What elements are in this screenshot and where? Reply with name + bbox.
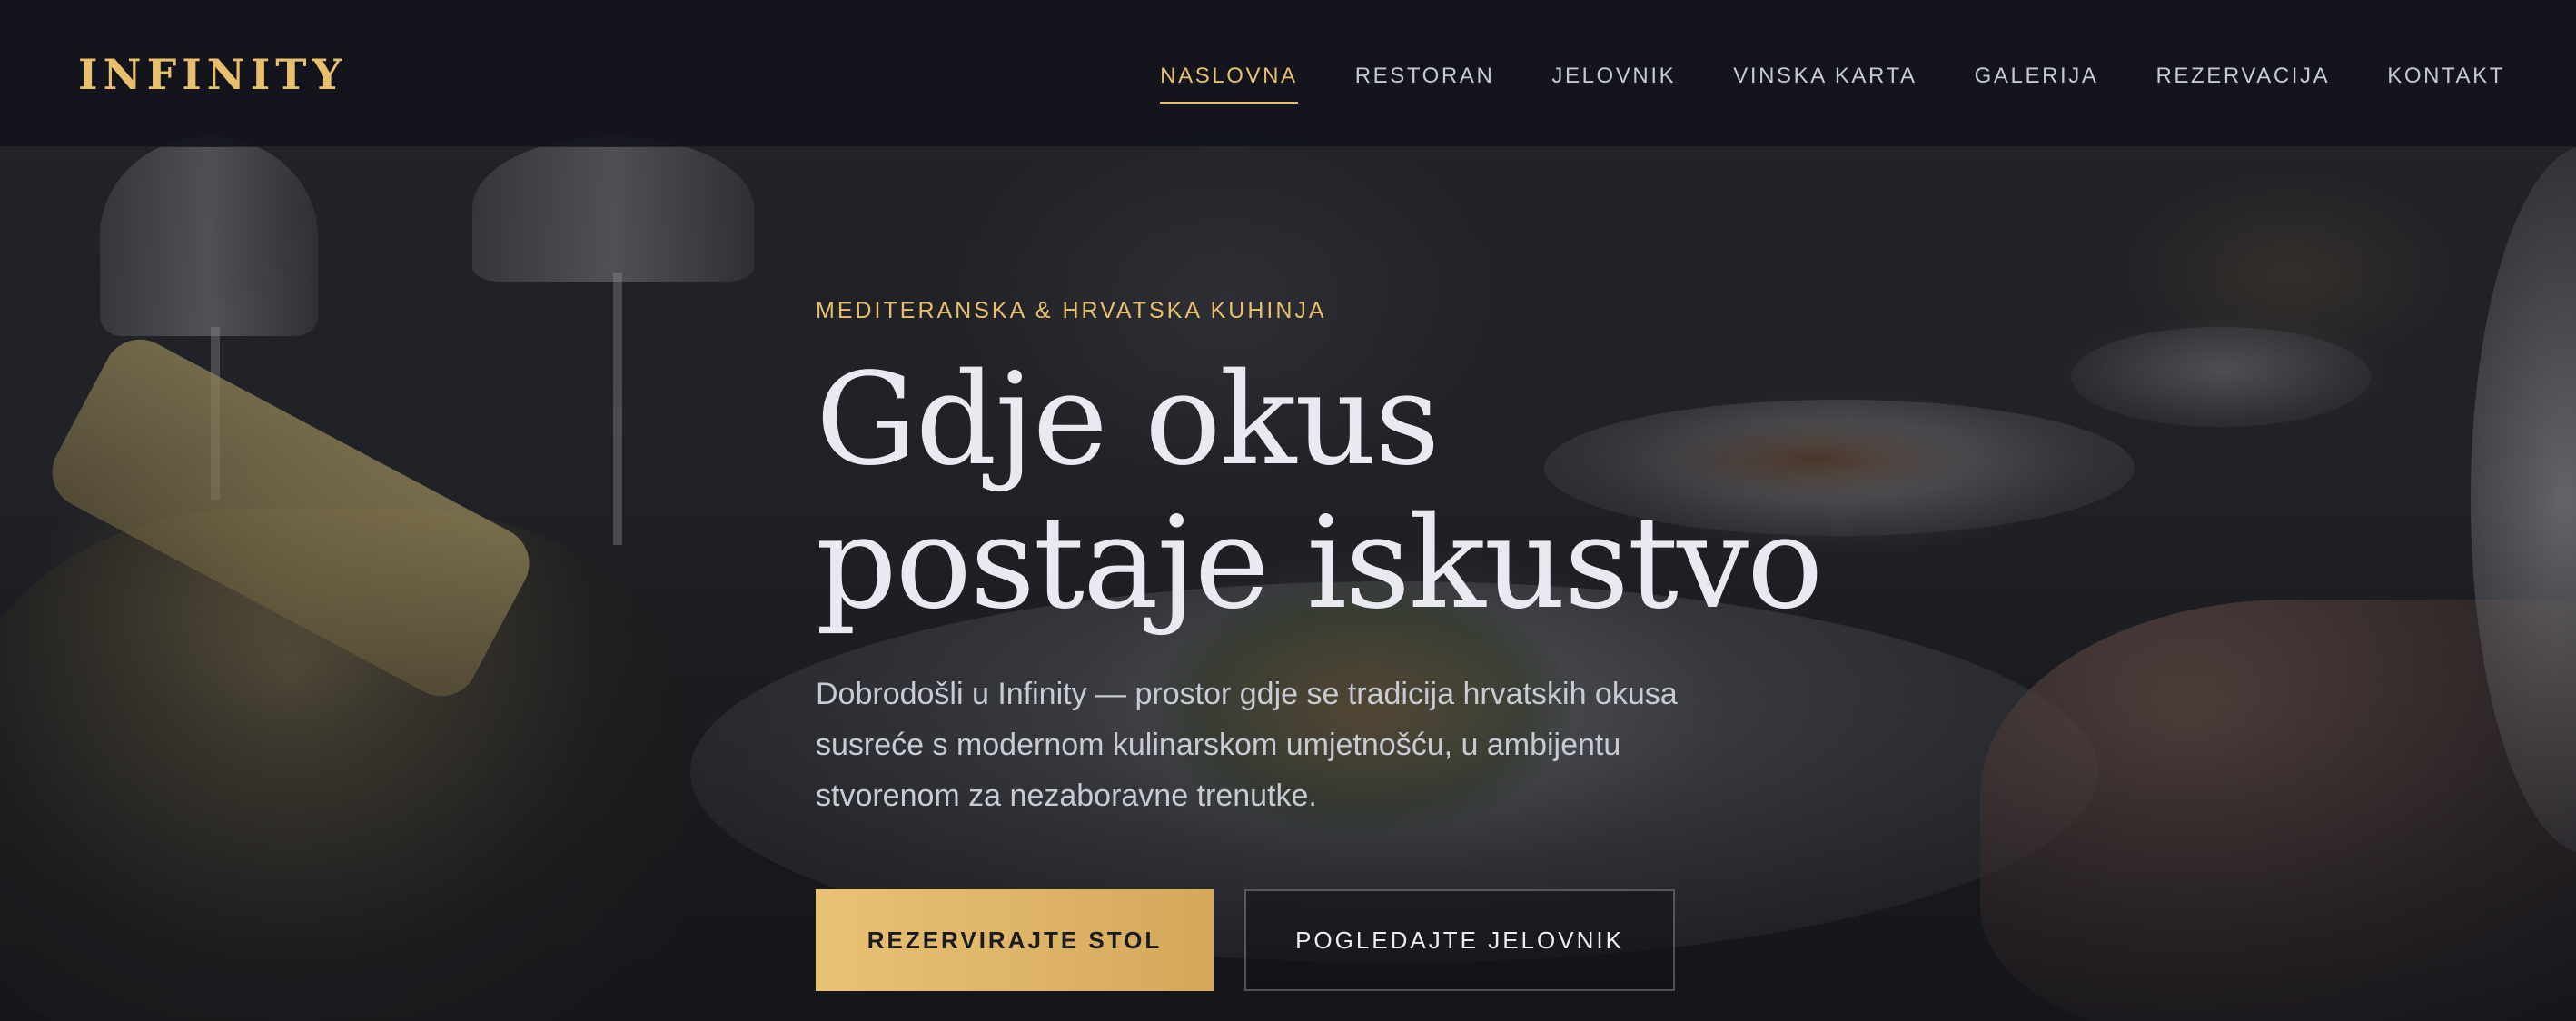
hero-headline-line-2: postaje iskustvo [816, 490, 1823, 638]
main-navigation: NASLOVNA RESTORAN JELOVNIK VINSKA KARTA … [1160, 58, 2505, 104]
homepage: INFINITY NASLOVNA RESTORAN JELOVNIK VINS… [0, 0, 2576, 1021]
nav-item-restoran[interactable]: RESTORAN [1355, 58, 1495, 94]
site-logo[interactable]: INFINITY [78, 47, 347, 102]
hero-headline-line-1: Gdje okus [816, 346, 1440, 494]
reserve-table-button[interactable]: REZERVIRAJTE STOL [816, 889, 1214, 991]
site-header: INFINITY NASLOVNA RESTORAN JELOVNIK VINS… [0, 0, 2576, 147]
nav-item-kontakt[interactable]: KONTAKT [2387, 58, 2505, 94]
nav-item-galerija[interactable]: GALERIJA [1975, 58, 2099, 94]
view-menu-button[interactable]: POGLEDAJTE JELOVNIK [1244, 889, 1675, 991]
hero-section: MEDITERANSKA & HRVATSKA KUHINJA Gdje oku… [816, 292, 1906, 991]
hero-buttons: REZERVIRAJTE STOL POGLEDAJTE JELOVNIK [816, 889, 1675, 991]
nav-item-jelovnik[interactable]: JELOVNIK [1551, 58, 1676, 94]
hero-headline: Gdje okus postaje iskustvo [816, 349, 1906, 636]
hero-lead-text: Dobrodošli u Infinity — prostor gdje se … [816, 677, 1678, 813]
nav-item-rezervacija[interactable]: REZERVACIJA [2155, 58, 2330, 94]
hero-eyebrow: MEDITERANSKA & HRVATSKA KUHINJA [816, 298, 1327, 323]
nav-item-naslovna[interactable]: NASLOVNA [1160, 58, 1298, 104]
nav-item-vinska-karta[interactable]: VINSKA KARTA [1733, 58, 1917, 94]
